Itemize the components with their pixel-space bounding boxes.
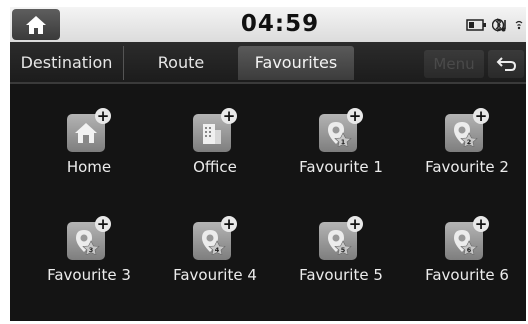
add-icon: + (347, 215, 363, 233)
home-button[interactable] (12, 9, 60, 40)
favourite-5-tile: 5 + (319, 216, 363, 260)
add-icon: + (221, 215, 237, 233)
add-icon: + (347, 107, 363, 125)
favourite-5[interactable]: 5 + Favourite 5 (279, 202, 403, 294)
screen: 04:59 Destination Route Favourites Menu (10, 7, 526, 321)
favourite-label: Favourite 2 (425, 158, 509, 176)
svg-text:4: 4 (215, 246, 220, 254)
svg-text:2: 2 (467, 138, 472, 146)
favourite-2[interactable]: 2 + Favourite 2 (405, 94, 526, 186)
office-icon (203, 124, 221, 144)
location-pin-icon: 3 (76, 230, 100, 255)
menu-button[interactable]: Menu (424, 50, 484, 78)
house-icon (26, 15, 46, 34)
svg-text:6: 6 (467, 246, 472, 254)
location-pin-icon: 2 (454, 122, 478, 147)
back-arrow-icon (496, 57, 517, 71)
favourite-label: Favourite 1 (299, 158, 383, 176)
svg-text:5: 5 (341, 246, 346, 254)
favourite-4-tile: 4 + (193, 216, 237, 260)
add-icon: + (95, 107, 111, 125)
location-pin-icon: 6 (454, 230, 478, 255)
location-pin-icon: 5 (328, 230, 352, 255)
tab-bar: Destination Route Favourites Menu (10, 42, 526, 84)
favourite-home-tile: + (67, 108, 111, 152)
phone-battery-icon (466, 19, 486, 31)
signal-icon (515, 20, 523, 30)
favourite-1[interactable]: 1 + Favourite 1 (279, 94, 403, 186)
favourite-2-tile: 2 + (445, 108, 489, 152)
favourite-label: Favourite 3 (47, 266, 131, 284)
favourite-1-tile: 1 + (319, 108, 363, 152)
location-pin-icon: 4 (202, 230, 226, 255)
favourite-label: Home (66, 158, 112, 176)
add-icon: + (473, 215, 489, 233)
favourite-label: Favourite 6 (425, 266, 509, 284)
tab-destination[interactable]: Destination (10, 46, 124, 80)
favourite-home[interactable]: + Home (27, 94, 151, 186)
tab-favourites[interactable]: Favourites (238, 46, 354, 80)
favourite-4[interactable]: 4 + Favourite 4 (153, 202, 277, 294)
svg-text:3: 3 (89, 246, 94, 254)
location-pin-icon: 1 (328, 122, 352, 147)
status-bar: 04:59 (10, 7, 526, 42)
status-icons (466, 16, 524, 34)
back-button[interactable] (488, 50, 524, 78)
add-icon: + (221, 107, 237, 125)
clock: 04:59 (240, 11, 320, 37)
add-icon: + (95, 215, 111, 233)
add-icon: + (473, 107, 489, 125)
svg-text:1: 1 (341, 138, 346, 146)
favourite-label: Favourite 4 (173, 266, 257, 284)
favourite-3[interactable]: 3 + Favourite 3 (27, 202, 151, 294)
favourite-3-tile: 3 + (67, 216, 111, 260)
bluetooth-audio-icon (492, 18, 506, 32)
favourite-label: Favourite 5 (299, 266, 383, 284)
home-icon (75, 123, 97, 143)
favourite-office-tile: + (193, 108, 237, 152)
tab-route[interactable]: Route (128, 46, 234, 80)
favourite-office[interactable]: + Office (153, 94, 277, 186)
favourite-6-tile: 6 + (445, 216, 489, 260)
favourite-6[interactable]: 6 + Favourite 6 (405, 202, 526, 294)
favourite-label: Office (193, 158, 237, 176)
